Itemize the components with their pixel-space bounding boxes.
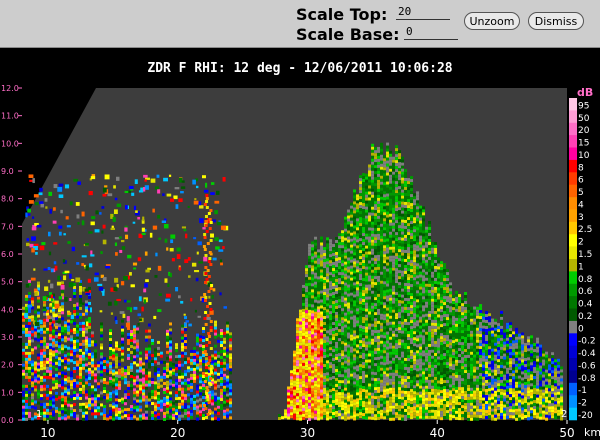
x-tick-label: 10 xyxy=(40,426,55,440)
y-tick-label: 4.0 xyxy=(1,305,14,314)
colorbar-swatch xyxy=(569,407,577,421)
colorbar-label: 5 xyxy=(578,188,584,198)
colorbar-label: 0.4 xyxy=(578,300,593,310)
y-tick-label: 5.0 xyxy=(1,278,14,287)
colorbar-label: 15 xyxy=(578,139,589,149)
colorbar-swatch xyxy=(569,283,577,297)
colorbar-swatch xyxy=(569,147,577,161)
toolbar: Scale Top: Scale Base: Unzoom Dismiss xyxy=(0,0,600,48)
colorbar-label: 10 xyxy=(578,151,590,161)
colorbar-swatch xyxy=(569,333,577,346)
y-tick-label: 10.0 xyxy=(1,139,19,148)
x-tick-label: 40 xyxy=(430,426,445,440)
colorbar-swatch xyxy=(569,308,577,322)
unzoom-button[interactable]: Unzoom xyxy=(464,12,520,30)
y-tick-label: 11.0 xyxy=(1,112,19,121)
dismiss-button[interactable]: Dismiss xyxy=(528,12,584,30)
colorbar-swatch xyxy=(569,296,577,309)
colorbar-label: 2.5 xyxy=(578,225,592,235)
colorbar-swatch xyxy=(569,246,577,260)
scale-top-label: Scale Top: xyxy=(296,5,388,24)
colorbar-swatch xyxy=(569,122,577,136)
colorbar-label: 2 xyxy=(578,238,584,248)
colorbar-label: 1.5 xyxy=(578,250,592,260)
colorbar-label: 50 xyxy=(578,114,590,124)
colorbar-swatch xyxy=(569,197,577,210)
y-tick-label: 6.0 xyxy=(1,250,14,259)
colorbar-unit-label: dB xyxy=(577,86,593,99)
y-tick-label: 9.0 xyxy=(1,167,14,176)
y-tick-label: 0.0 xyxy=(1,416,14,425)
colorbar-swatch xyxy=(569,358,577,371)
scale-top-input[interactable] xyxy=(396,3,450,20)
colorbar-label: 95 xyxy=(578,101,589,111)
y-tick-label: 1.0 xyxy=(1,388,14,397)
colorbar-label: 8 xyxy=(578,163,584,173)
x-tick-label: 30 xyxy=(300,426,315,440)
colorbar-swatch xyxy=(569,259,577,272)
x-tick-label: 20 xyxy=(170,426,185,440)
colorbar-swatch xyxy=(569,159,577,173)
colorbar-label: -0.8 xyxy=(578,374,596,384)
y-tick-label: 12.0 xyxy=(1,84,19,93)
colorbar-swatch xyxy=(569,209,577,223)
y-tick-label: 2.0 xyxy=(1,361,14,370)
colorbar-label: -20 xyxy=(578,411,593,421)
colorbar-swatch xyxy=(569,135,577,148)
colorbar-label: -0.2 xyxy=(578,337,596,347)
y-tick-label: 3.0 xyxy=(1,333,14,342)
scale-base-input[interactable] xyxy=(404,23,458,40)
colorbar-swatch xyxy=(569,370,577,384)
colorbar-swatch xyxy=(569,395,577,408)
colorbar-swatch xyxy=(569,172,577,185)
y-tick-label: 7.0 xyxy=(1,222,14,231)
colorbar-label: 0 xyxy=(578,324,584,334)
colorbar-label: 0.6 xyxy=(578,287,593,297)
x-axis-unit-label: km xyxy=(584,426,600,439)
x-tick-label: 50 xyxy=(559,426,574,440)
colorbar-label: -1 xyxy=(578,386,587,396)
colorbar-label: -0.6 xyxy=(578,361,596,371)
colorbar-swatch xyxy=(569,382,577,396)
colorbar-label: 20 xyxy=(578,126,590,136)
colorbar-swatch xyxy=(569,110,577,124)
colorbar-label: -0.4 xyxy=(578,349,596,359)
colorbar-swatch xyxy=(569,184,577,198)
colorbar-swatch xyxy=(569,221,577,235)
corner-marker-left: 1 xyxy=(36,409,42,420)
colorbar-swatch xyxy=(569,234,577,247)
colorbar-label: 0.2 xyxy=(578,312,592,322)
colorbar-label: 0.8 xyxy=(578,275,593,285)
colorbar-label: 4 xyxy=(578,200,584,210)
colorbar-label: 3 xyxy=(578,213,584,223)
colorbar-swatch xyxy=(569,98,577,111)
colorbar-label: 6 xyxy=(578,176,584,186)
colorbar-swatch xyxy=(569,320,577,334)
scale-base-label: Scale Base: xyxy=(296,25,400,44)
colorbar-label: -2 xyxy=(578,399,587,409)
plot-title: ZDR F RHI: 12 deg - 12/06/2011 10:06:28 xyxy=(147,61,453,76)
radar-rhi-plot[interactable]: 0.01.02.03.04.05.06.07.08.09.010.011.012… xyxy=(0,84,600,440)
y-tick-label: 8.0 xyxy=(1,195,14,204)
colorbar-swatch xyxy=(569,345,577,359)
colorbar-label: 1 xyxy=(578,262,584,272)
colorbar-swatch xyxy=(569,271,577,285)
corner-marker-right: 2 xyxy=(561,409,567,420)
